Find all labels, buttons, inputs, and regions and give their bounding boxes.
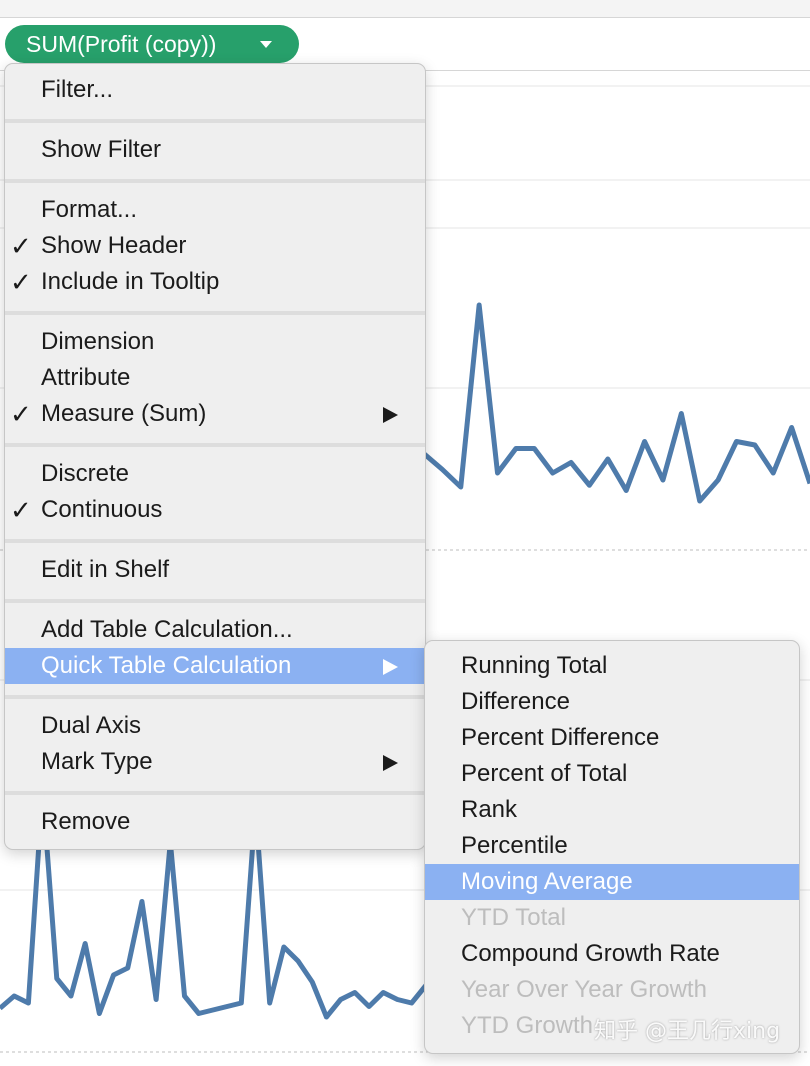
submenu-item-percentile[interactable]: Percentile xyxy=(425,828,799,864)
chevron-down-icon[interactable] xyxy=(260,41,272,48)
top-bar xyxy=(0,0,810,18)
menu-item-attribute[interactable]: Attribute xyxy=(5,360,425,396)
submenu-item-moving-average[interactable]: Moving Average xyxy=(425,864,799,900)
menu-item-dimension[interactable]: Dimension xyxy=(5,324,425,360)
menu-separator xyxy=(5,119,425,123)
checkmark-icon: ✓ xyxy=(10,231,32,261)
menu-separator xyxy=(5,311,425,315)
menu-item-filter[interactable]: Filter... xyxy=(5,72,425,108)
menu-item-show-header[interactable]: ✓ Show Header xyxy=(5,228,425,264)
menu-separator xyxy=(5,695,425,699)
context-menu: Filter... Show Filter Format... ✓ Show He… xyxy=(4,63,426,850)
submenu-item-percent-of-total[interactable]: Percent of Total xyxy=(425,756,799,792)
checkmark-icon: ✓ xyxy=(10,399,32,429)
submenu-arrow-icon xyxy=(383,407,398,423)
quick-table-calc-submenu: Running Total Difference Percent Differe… xyxy=(424,640,800,1054)
menu-item-dual-axis[interactable]: Dual Axis xyxy=(5,708,425,744)
menu-separator xyxy=(5,791,425,795)
submenu-item-year-over-year-growth: Year Over Year Growth xyxy=(461,976,707,1003)
submenu-item-difference[interactable]: Difference xyxy=(425,684,799,720)
menu-item-mark-type[interactable]: Mark Type xyxy=(5,744,425,780)
submenu-item-ytd-total: YTD Total xyxy=(461,904,566,931)
checkmark-icon: ✓ xyxy=(10,495,32,525)
menu-item-show-filter[interactable]: Show Filter xyxy=(5,132,425,168)
menu-item-measure[interactable]: ✓ Measure (Sum) xyxy=(5,396,425,432)
series-line-1 xyxy=(422,302,810,504)
menu-item-continuous[interactable]: ✓ Continuous xyxy=(5,492,425,528)
checkmark-icon: ✓ xyxy=(10,267,32,297)
menu-separator xyxy=(5,599,425,603)
menu-separator xyxy=(5,539,425,543)
menu-separator xyxy=(5,443,425,447)
measure-pill[interactable]: SUM(Profit (copy)) xyxy=(5,25,299,63)
measure-pill-label: SUM(Profit (copy)) xyxy=(26,31,217,57)
menu-item-add-table-calc[interactable]: Add Table Calculation... xyxy=(5,612,425,648)
menu-item-edit-in-shelf[interactable]: Edit in Shelf xyxy=(5,552,425,588)
submenu-item-running-total[interactable]: Running Total xyxy=(425,648,799,684)
submenu-arrow-icon xyxy=(383,755,398,771)
submenu-item-rank[interactable]: Rank xyxy=(425,792,799,828)
menu-separator xyxy=(5,179,425,183)
submenu-item-percent-difference[interactable]: Percent Difference xyxy=(425,720,799,756)
submenu-arrow-icon xyxy=(383,659,398,675)
menu-item-discrete[interactable]: Discrete xyxy=(5,456,425,492)
menu-item-format[interactable]: Format... xyxy=(5,192,425,228)
watermark: 知乎 @王几行xing xyxy=(594,1019,781,1044)
menu-item-include-tooltip[interactable]: ✓ Include in Tooltip xyxy=(5,264,425,300)
submenu-item-compound-growth-rate[interactable]: Compound Growth Rate xyxy=(425,936,799,972)
menu-item-remove[interactable]: Remove xyxy=(5,804,425,840)
menu-item-quick-table-calc[interactable]: Quick Table Calculation xyxy=(5,648,425,684)
